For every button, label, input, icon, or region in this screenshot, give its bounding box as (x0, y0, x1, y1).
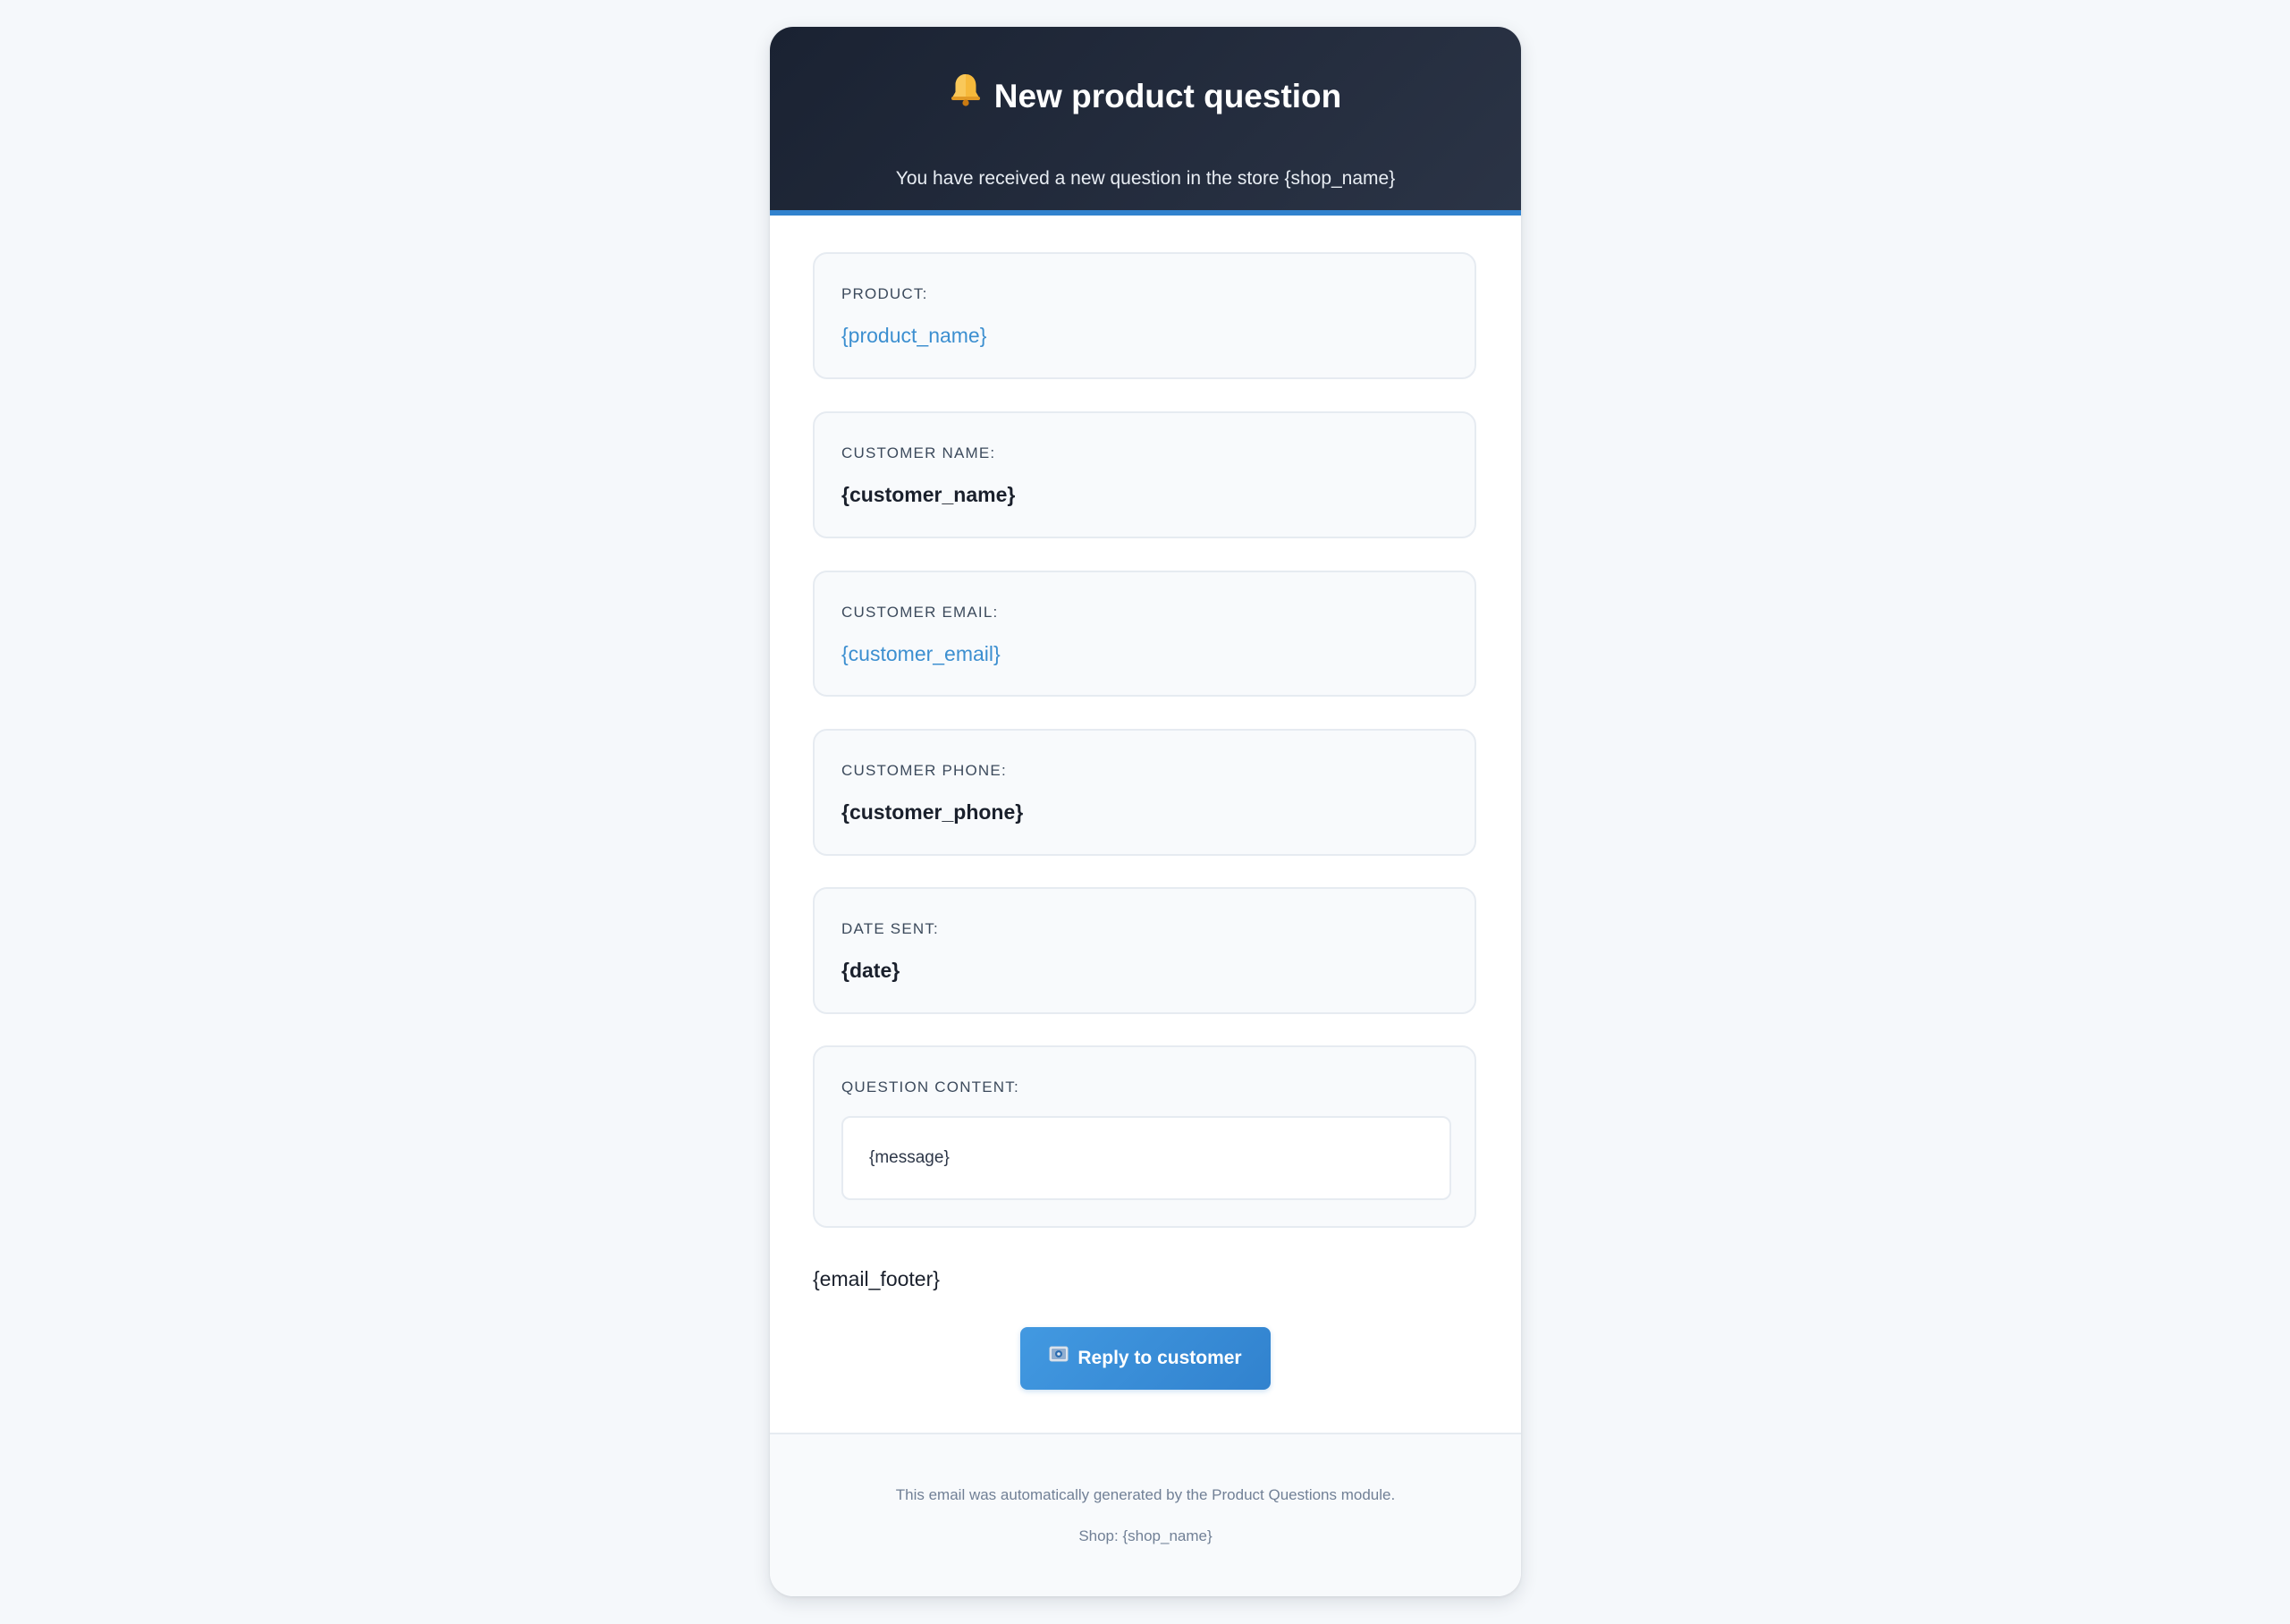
reply-button-label: Reply to customer (1077, 1348, 1242, 1368)
footer-note: This email was automatically generated b… (895, 1486, 1396, 1503)
customer-phone-label: CUSTOMER PHONE: (841, 762, 1007, 779)
reply-to-customer-button[interactable]: Reply to customer (1020, 1327, 1271, 1390)
customer-name-label: CUSTOMER NAME: (841, 444, 996, 461)
customer-phone-field: CUSTOMER PHONE: {customer_phone} (813, 729, 1476, 856)
product-label: PRODUCT: (841, 285, 928, 302)
customer-email-label: CUSTOMER EMAIL: (841, 604, 999, 621)
customer-name-field: CUSTOMER NAME: {customer_name} (813, 411, 1476, 538)
question-content-field: QUESTION CONTENT: {message} (813, 1045, 1476, 1228)
footer-shop: Shop: {shop_name} (1078, 1527, 1213, 1544)
customer-phone-value: {customer_phone} (841, 800, 1024, 824)
message-box: {message} (841, 1116, 1451, 1200)
envelope-icon (1049, 1325, 1069, 1388)
email-card: New product question You have received a… (770, 27, 1521, 1596)
product-field: PRODUCT: {product_name} (813, 252, 1476, 379)
email-footer-placeholder: {email_footer} (813, 1267, 940, 1290)
header-subtitle: You have received a new question in the … (895, 168, 1396, 189)
date-sent-field: DATE SENT: {date} (813, 887, 1476, 1014)
date-sent-label: DATE SENT: (841, 920, 939, 937)
page-title: New product question (993, 78, 1342, 114)
customer-email-link[interactable]: {customer_email} (841, 640, 1001, 667)
message-text: {message} (869, 1148, 950, 1167)
customer-email-field: CUSTOMER EMAIL: {customer_email} (813, 571, 1476, 697)
product-link[interactable]: {product_name} (841, 322, 986, 349)
customer-name-value: {customer_name} (841, 483, 1016, 506)
header-title-row: New product question (770, 72, 1521, 121)
bell-icon (950, 72, 982, 117)
date-sent-value: {date} (841, 959, 900, 982)
question-content-label: QUESTION CONTENT: (841, 1078, 1019, 1095)
email-footer-section: This email was automatically generated b… (770, 1433, 1521, 1596)
email-header: New product question You have received a… (770, 27, 1521, 216)
